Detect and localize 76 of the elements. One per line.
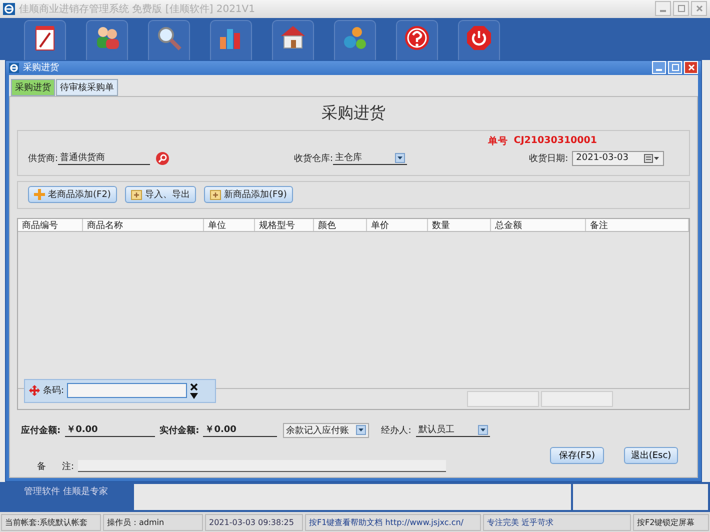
house-icon xyxy=(280,24,306,49)
action-button[interactable]: 新商品添加(F9) xyxy=(204,186,293,204)
field-label: 注: xyxy=(62,460,74,473)
paid-field[interactable]: ￥0.00 xyxy=(203,423,278,438)
status-bar-cell: 2021-03-03 09:38:25 xyxy=(205,514,303,531)
field-label: 经办人: xyxy=(381,424,412,437)
power-icon xyxy=(466,24,492,51)
toolbar-button[interactable] xyxy=(86,20,128,60)
toolbar-button[interactable] xyxy=(24,20,66,60)
column-header: 颜色 xyxy=(314,218,367,231)
close-button[interactable] xyxy=(691,1,707,16)
close-icon xyxy=(688,64,694,72)
window-title: 采购进货 xyxy=(23,62,59,74)
add-box-icon xyxy=(210,190,221,200)
column-header: 单位 xyxy=(204,218,255,231)
column-header: 商品名称 xyxy=(83,218,204,231)
field-label: 实付金额: xyxy=(160,424,200,437)
order-number: CJ21030310001 xyxy=(514,134,597,148)
summary-cell xyxy=(467,390,539,407)
column-header: 数量 xyxy=(428,218,491,231)
status-bar-cell: 按F1键查看帮助文档 http://www.jsjxc.cn/ xyxy=(305,514,481,531)
balance-dropdown[interactable]: 余款记入应付账 xyxy=(283,422,370,438)
action-button[interactable]: 导入、导出 xyxy=(124,186,196,204)
column-header: 总金额 xyxy=(491,218,586,231)
barcode-label: 条码: xyxy=(43,384,64,398)
tab[interactable]: 待审核采购单 xyxy=(56,78,118,96)
order-number-label: 单号 xyxy=(488,134,508,148)
field-label: 供货商: xyxy=(28,152,58,165)
move-icon[interactable] xyxy=(29,385,40,396)
maximize-button[interactable] xyxy=(673,1,689,16)
handler-dropdown[interactable]: 默认员工 xyxy=(416,423,490,438)
notepad-icon xyxy=(34,24,56,51)
field-label: 备 xyxy=(37,460,46,473)
plus-icon xyxy=(34,189,45,200)
warehouse-dropdown[interactable]: 主仓库 xyxy=(333,151,408,166)
barcode-input[interactable] xyxy=(67,383,188,398)
search-icon[interactable] xyxy=(156,152,170,165)
supplier-field[interactable]: 普通供货商 xyxy=(58,151,150,166)
status-bar-cell: 当前帐套:系统默认帐套 xyxy=(1,514,101,531)
remark-field[interactable] xyxy=(78,460,446,472)
toolbar-button[interactable] xyxy=(148,20,190,60)
minimize-button[interactable] xyxy=(655,1,671,16)
field-label: 收货日期: xyxy=(529,152,568,165)
summary-cell xyxy=(541,390,613,407)
help-icon xyxy=(404,24,430,51)
field-label: 收货仓库: xyxy=(294,152,334,165)
tab[interactable]: 采购进货 xyxy=(11,78,55,96)
action-button[interactable]: 老商品添加(F2) xyxy=(28,186,117,204)
calendar-icon xyxy=(644,154,660,163)
column-header: 商品编号 xyxy=(18,218,83,231)
form-heading: 采购进货 xyxy=(320,102,386,124)
caret-icon[interactable] xyxy=(190,392,198,399)
slogan-text: 管理软件 佳顺是专家 xyxy=(24,486,108,498)
status-bar-cell: 操作员：admin xyxy=(103,514,203,531)
close-icon xyxy=(696,5,702,12)
field-label: 应付金额: xyxy=(21,424,61,437)
dialog-button[interactable]: 退出(Esc) xyxy=(624,446,678,464)
payable-field: ￥0.00 xyxy=(64,423,155,438)
search-icon xyxy=(156,24,182,51)
people-icon xyxy=(94,24,120,49)
column-header: 备注 xyxy=(586,218,689,231)
dialog-button[interactable]: 保存(F5) xyxy=(550,446,604,464)
app-logo-icon xyxy=(3,2,15,15)
close-icon[interactable] xyxy=(190,382,198,391)
blocks-icon xyxy=(342,24,368,51)
toolbar-button[interactable] xyxy=(458,20,500,60)
date-picker[interactable]: 2021-03-03 xyxy=(572,150,664,166)
status-bar-cell: 按F2键锁定屏幕 xyxy=(633,514,709,531)
column-header: 规格型号 xyxy=(255,218,314,231)
status-bar-cell: 专注完美 近乎苛求 xyxy=(483,514,631,531)
column-header: 单价 xyxy=(367,218,428,231)
toolbar-button[interactable] xyxy=(396,20,438,60)
app-logo-icon xyxy=(9,62,19,73)
toolbar-button[interactable] xyxy=(272,20,314,60)
window-title: 佳顺商业进销存管理系统 免费版 [佳顺软件] 2021V1 xyxy=(19,2,256,16)
add-box-icon xyxy=(130,190,142,200)
